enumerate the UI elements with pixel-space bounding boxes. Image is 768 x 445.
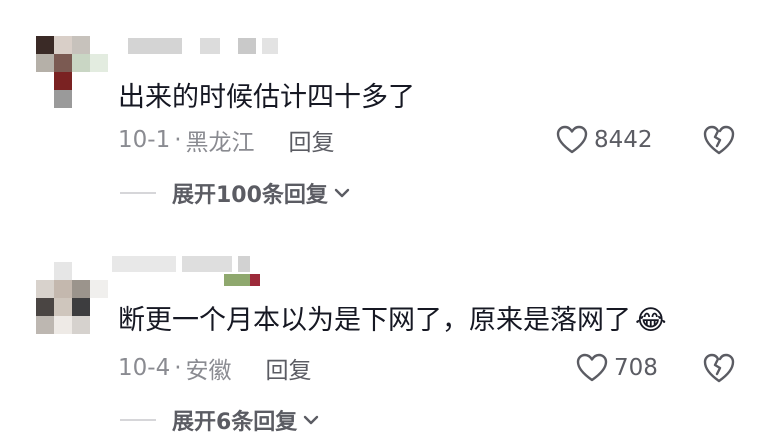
- heart-outline-icon: [556, 125, 588, 154]
- like-count: 8442: [594, 127, 653, 153]
- reply-button[interactable]: 回复: [289, 123, 335, 157]
- divider: [120, 419, 156, 421]
- laughing-crying-emoji: 😂: [635, 305, 667, 336]
- comment-meta: 10-1 · 黑龙江 回复: [118, 123, 335, 157]
- avatar[interactable]: [36, 262, 108, 334]
- avatar[interactable]: [36, 36, 108, 108]
- like-button[interactable]: 8442: [556, 123, 653, 157]
- username-redacted: [112, 256, 262, 286]
- meta-separator: ·: [174, 355, 182, 381]
- comment-list: 出来的时候估计四十多了 10-1 · 黑龙江 回复 8442 展开100条回复: [0, 0, 768, 445]
- expand-replies-label: 展开100条回复: [172, 183, 328, 208]
- expand-replies-button[interactable]: 展开100条回复: [120, 178, 350, 208]
- comment-meta: 10-4 · 安徽 回复: [118, 351, 312, 385]
- broken-heart-icon[interactable]: [702, 123, 736, 157]
- expand-replies-label: 展开6条回复: [172, 410, 298, 435]
- comment-text: 断更一个月本以为是下网了，原来是落网了 😂: [118, 305, 667, 336]
- divider: [120, 192, 156, 194]
- comment-date: 10-4: [118, 355, 171, 381]
- chevron-down-icon: [334, 188, 350, 198]
- broken-heart-icon[interactable]: [702, 351, 736, 385]
- comment-text: 出来的时候估计四十多了: [118, 82, 415, 113]
- comment-date: 10-1: [118, 127, 171, 153]
- like-count: 708: [614, 355, 658, 381]
- chevron-down-icon: [304, 415, 319, 425]
- meta-separator: ·: [174, 127, 182, 153]
- comment-location: 黑龙江: [185, 130, 255, 156]
- heart-outline-icon: [576, 353, 608, 382]
- like-button[interactable]: 708: [576, 351, 658, 385]
- comment-location: 安徽: [185, 358, 232, 384]
- expand-replies-button[interactable]: 展开6条回复: [120, 405, 319, 435]
- reply-button[interactable]: 回复: [266, 351, 312, 385]
- username-redacted: [128, 38, 278, 54]
